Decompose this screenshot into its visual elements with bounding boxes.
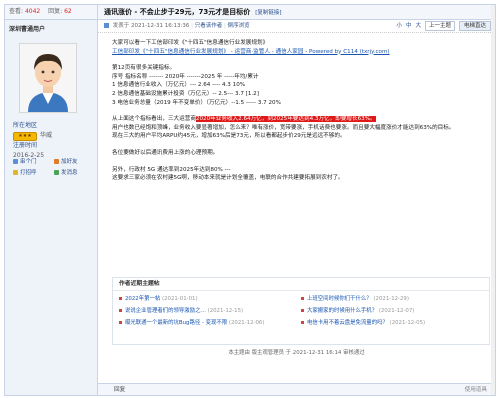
visit-button[interactable]: 串个门: [13, 157, 54, 165]
paragraph: 1 信息通信行业收入（万亿元）--- 2.64 ---- 4.3 10%: [112, 82, 246, 89]
thread-link[interactable]: 说说企业管理者们的领导激励之…: [125, 308, 206, 314]
prev-thread-button[interactable]: 上一主题: [424, 21, 455, 31]
paragraph: 用户也数已经饱和顶峰，业务收入要显著增加，怎么来？唯有涨价，宽带要涨，手机话费也…: [112, 124, 455, 131]
paragraph: 另外，行政村 5G 通达率到2025年达到80% ---: [112, 166, 231, 173]
greet-icon: [13, 169, 18, 175]
replies-label: 回复:: [48, 8, 63, 15]
jump-floor-button[interactable]: 电梯直达: [458, 21, 491, 31]
thread-stats: 查看: 4042 回复: 62: [5, 5, 97, 20]
avatar[interactable]: [19, 43, 77, 113]
author-recent-threads: 作者近期主题帖 2022年第一帖 (2021-01-01) 上班空间时候你们干什…: [112, 277, 490, 345]
author-status-icon: [104, 23, 109, 28]
thread-link[interactable]: 上班空间时候你们干什么？: [307, 296, 372, 302]
visit-label: 串个门: [20, 159, 37, 165]
paragraph: 3 电信业务总量（2019 年不变单价）（万亿元）--1.5 ----- 3.7…: [112, 99, 281, 106]
reverse-order-link[interactable]: 倒序浏览: [228, 23, 250, 29]
paragraph: 2 信息通信基础设施累计投资（万亿元）-- 2.5--- 3.7 [1.2]: [112, 90, 259, 97]
thread-date: (2021-12-15): [207, 308, 244, 314]
thread-date: (2021-12-29): [373, 296, 409, 302]
rank-value: 华威: [40, 132, 53, 139]
views-count: 4042: [24, 8, 41, 15]
recent-threads-heading: 作者近期主题帖: [113, 278, 489, 291]
author-name[interactable]: 深圳曹通用户: [5, 20, 97, 33]
thread-link[interactable]: 电信卡用不着云盘是免流量的吗？: [307, 320, 388, 326]
thread-date: (2021-12-07): [378, 308, 415, 314]
greet-button[interactable]: 打招呼: [13, 168, 54, 176]
thread-link[interactable]: 2022年第一帖: [125, 296, 160, 302]
paragraph: 各位要做好以后通讯费用上涨的心理预期。: [112, 149, 219, 156]
bullet-icon: [301, 309, 304, 312]
views-label: 查看:: [9, 8, 24, 15]
paragraph: 从上面这个指标看出，三大运营商2020年业务收入2.64万亿，到2025年要达到…: [112, 115, 487, 124]
region-label: 所在地区: [13, 122, 38, 129]
list-item[interactable]: 大家搬家的时候用什么手机？ (2021-12-07): [301, 307, 483, 316]
post-body: 大家可以看一下工信部印发《"十四五"信息通信行业发展规划》 工信部印发《"十四五…: [112, 39, 487, 183]
paragraph: 这要求三家必须在农村建5G啊，移动本来就是计划全覆盖，电联的合作共建要拓展到农村…: [112, 175, 344, 182]
copy-link-button[interactable]: [复制链接]: [255, 10, 281, 16]
source-link[interactable]: 工信部印发《"十四五"信息通信行业发展规划》 - 运营商·监管人 - 通信人家园…: [112, 49, 390, 55]
avatar-image: [20, 44, 76, 112]
paragraph: 大家可以看一下工信部印发《"十四五"信息通信行业发展规划》: [112, 40, 269, 46]
reg-date-label: 注册时间: [13, 142, 38, 149]
bullet-icon: [119, 309, 122, 312]
font-large-button[interactable]: 大: [415, 20, 421, 32]
thread-date: (2021-12-05): [389, 320, 426, 326]
visit-icon: [13, 158, 18, 164]
add-friend-icon: [54, 158, 59, 164]
paragraph: 现在三大的用户平均ARPU约45元，增加63%后是73元，所以看都起步价29元是…: [112, 133, 346, 140]
message-icon: [54, 169, 59, 175]
message-button[interactable]: 发消息: [54, 168, 95, 176]
list-item[interactable]: 2022年第一帖 (2021-01-01): [119, 295, 301, 304]
greet-label: 打招呼: [20, 170, 37, 176]
bullet-icon: [119, 297, 122, 300]
paragraph: 第12页有很多关键指标。: [112, 65, 176, 72]
post-meta: 发表于 2021-12-31 16:13:36 | 只看该作者 | 倒序浏览 小…: [98, 20, 495, 33]
post-title: 通讯涨价 - 不会止步于29元，73元才是目标价: [104, 8, 251, 16]
bullet-icon: [301, 321, 304, 324]
font-medium-button[interactable]: 中: [406, 20, 412, 32]
recent-threads-list: 2022年第一帖 (2021-01-01) 上班空间时候你们干什么？ (2021…: [113, 291, 489, 328]
replies-count: 62: [64, 8, 72, 15]
only-author-link[interactable]: 只看该作者: [195, 23, 223, 29]
font-small-button[interactable]: 小: [396, 20, 402, 32]
scrollbar[interactable]: [491, 5, 495, 395]
author-actions: 串个门 加好友 打招呼 发消息: [13, 157, 95, 176]
rank-stars-icon: ★★★: [13, 131, 37, 141]
post-area: 通讯涨价 - 不会止步于29元，73元才是目标价 [复制链接] 发表于 2021…: [98, 5, 495, 395]
bullet-icon: [301, 297, 304, 300]
rank-row: ★★★ 华威: [13, 131, 93, 141]
thread-frame: 查看: 4042 回复: 62 深圳曹通用户 所在地区 ★★★ 华威 注册时间 …: [4, 4, 496, 396]
message-label: 发消息: [61, 170, 78, 176]
thread-link[interactable]: 大家搬家的时候用什么手机？: [307, 308, 377, 314]
use-item-button[interactable]: 使用道具: [465, 384, 487, 396]
paragraph: 序号 指标名称 ------- 2020年 -------2025 年 ----…: [112, 73, 259, 80]
thread-link[interactable]: 曝光联通一个最新的坑Bug路径 - 变现不限: [125, 320, 227, 326]
moderation-note: 本主题由 版主观管理员 于 2021-12-31 16:14 审核通过: [228, 350, 365, 356]
highlighted-text: 2020年业务收入2.64万亿，到2025年要达到4.3万亿，即要增长63%。: [195, 116, 376, 123]
list-item[interactable]: 上班空间时候你们干什么？ (2021-12-29): [301, 295, 483, 304]
add-friend-button[interactable]: 加好友: [54, 157, 95, 165]
add-friend-label: 加好友: [61, 159, 78, 165]
list-item[interactable]: 说说企业管理者们的领导激励之… (2021-12-15): [119, 307, 301, 316]
post-date: 发表于 2021-12-31 16:13:36: [112, 23, 190, 29]
author-info: 所在地区 ★★★ 华威 注册时间 2016-2-25: [13, 121, 93, 161]
author-panel: 查看: 4042 回复: 62 深圳曹通用户 所在地区 ★★★ 华威 注册时间 …: [5, 5, 98, 395]
reply-button[interactable]: 回复: [114, 387, 125, 393]
thread-date: (2021-12-06): [228, 320, 265, 326]
post-tools: 小 中 大 上一主题 电梯直达: [396, 20, 491, 32]
text-run: 从上面这个指标看出，三大运营商: [112, 116, 196, 123]
thread-date: (2021-01-01): [162, 296, 198, 302]
reply-bar: 回复 使用道具: [98, 383, 495, 395]
list-item[interactable]: 电信卡用不着云盘是免流量的吗？ (2021-12-05): [301, 319, 483, 328]
list-item[interactable]: 曝光联通一个最新的坑Bug路径 - 变现不限 (2021-12-06): [119, 319, 301, 328]
bullet-icon: [119, 321, 122, 324]
post-title-bar: 通讯涨价 - 不会止步于29元，73元才是目标价 [复制链接]: [98, 5, 495, 20]
